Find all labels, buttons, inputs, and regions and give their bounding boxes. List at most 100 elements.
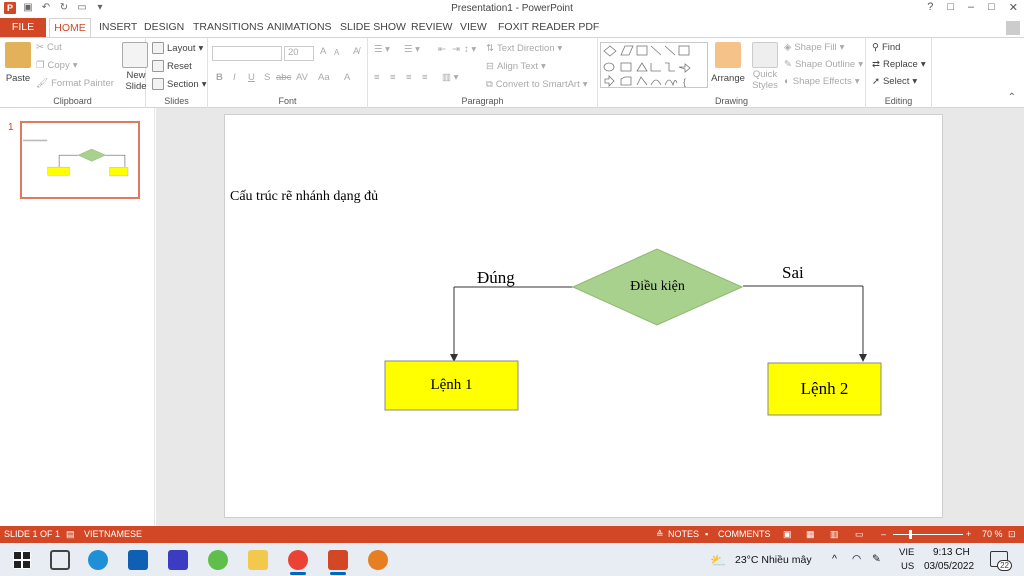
tab-home[interactable]: HOME xyxy=(49,18,91,38)
mail-icon[interactable] xyxy=(128,550,148,570)
zoom-slider-thumb[interactable] xyxy=(909,530,912,539)
clock-time[interactable]: 9:13 CH xyxy=(933,547,970,558)
weather-text[interactable]: 23°C Nhiều mây xyxy=(735,554,812,566)
tab-file[interactable]: FILE xyxy=(0,18,46,37)
true-label[interactable]: Đúng xyxy=(477,268,515,288)
increase-indent-icon[interactable]: ⇥ xyxy=(452,44,460,55)
command1-text[interactable]: Lệnh 1 xyxy=(385,377,518,394)
shadow-button[interactable]: S xyxy=(264,72,270,83)
weather-icon[interactable]: ⛅ xyxy=(710,553,726,569)
comments-button[interactable]: COMMENTS xyxy=(718,529,771,539)
slide-thumbnail[interactable] xyxy=(20,121,140,199)
file-explorer-icon[interactable] xyxy=(248,550,268,570)
ribbon-display-icon[interactable]: □ xyxy=(947,1,954,14)
layout-button[interactable]: Layout ▾ xyxy=(152,42,203,54)
align-left-icon[interactable]: ≡ xyxy=(374,72,380,83)
visual-studio-icon[interactable] xyxy=(168,550,188,570)
zoom-level[interactable]: 70 % xyxy=(982,529,1003,539)
format-painter-button[interactable]: 🖌 Format Painter xyxy=(36,78,114,89)
shape-effects-button[interactable]: ◐ Shape Effects ▾ xyxy=(784,76,860,87)
cut-button[interactable]: ✂ Cut xyxy=(36,42,62,53)
decrease-indent-icon[interactable]: ⇤ xyxy=(438,44,446,55)
powerpoint-taskbar-icon[interactable] xyxy=(328,550,348,570)
find-button[interactable]: ⚲ Find xyxy=(872,42,900,53)
slide-title-text[interactable]: Cấu trúc rẽ nhánh dạng đủ xyxy=(230,189,378,205)
start-icon[interactable] xyxy=(13,551,31,569)
language-status[interactable]: VIETNAMESE xyxy=(84,529,142,539)
normal-view-icon[interactable]: ▣ xyxy=(783,529,792,540)
notes-icon[interactable]: ≙ xyxy=(656,529,664,540)
avatar[interactable] xyxy=(1006,20,1020,35)
minimize-button[interactable]: – xyxy=(968,1,974,14)
notes-button[interactable]: NOTES xyxy=(668,529,699,539)
language-icon[interactable]: ▤ xyxy=(66,529,75,540)
task-view-icon[interactable] xyxy=(50,550,70,570)
italic-button[interactable]: I xyxy=(233,72,236,83)
clear-format-icon[interactable]: A̸ xyxy=(353,46,359,57)
change-case-button[interactable]: Aa xyxy=(318,72,330,83)
bold-button[interactable]: B xyxy=(216,72,223,83)
font-color-button[interactable]: A xyxy=(344,72,350,83)
char-spacing-button[interactable]: AV xyxy=(296,72,308,83)
account-area[interactable] xyxy=(1006,18,1020,37)
line-spacing-icon[interactable]: ↕ ▾ xyxy=(464,44,476,55)
strikethrough-button[interactable]: abc xyxy=(276,72,291,83)
clock-date[interactable]: 03/05/2022 xyxy=(924,561,974,572)
maximize-button[interactable]: □ xyxy=(988,1,995,14)
arrange-button[interactable]: Arrange xyxy=(710,42,746,84)
shapes-gallery[interactable]: { xyxy=(600,42,708,88)
align-text-button[interactable]: ⊟ Align Text ▾ xyxy=(486,61,546,72)
replace-button[interactable]: ⇄ Replace ▾ xyxy=(872,59,926,70)
tab-foxit[interactable]: FOXIT READER PDF xyxy=(498,21,599,33)
chrome-icon[interactable] xyxy=(288,550,308,570)
condition-text[interactable]: Điều kiện xyxy=(573,279,742,295)
app-icon[interactable] xyxy=(208,550,228,570)
slide-canvas[interactable]: Cấu trúc rẽ nhánh dạng đủ Đúng Sai Điều … xyxy=(224,114,943,518)
language-indicator-top[interactable]: VIE xyxy=(899,547,914,558)
edge-icon[interactable] xyxy=(88,550,108,570)
quick-styles-button[interactable] xyxy=(750,42,780,70)
justify-icon[interactable]: ≡ xyxy=(422,72,428,83)
align-right-icon[interactable]: ≡ xyxy=(406,72,412,83)
tab-insert[interactable]: INSERT xyxy=(99,21,137,33)
collapse-ribbon-icon[interactable]: ⌃ xyxy=(1008,92,1016,103)
columns-icon[interactable]: ▥ ▾ xyxy=(442,72,458,83)
font-size-box[interactable]: 20 xyxy=(284,46,314,61)
paste-button[interactable]: Paste xyxy=(5,42,31,84)
text-direction-button[interactable]: ⇅ Text Direction ▾ xyxy=(486,43,562,54)
help-icon[interactable]: ? xyxy=(927,1,933,14)
numbering-icon[interactable]: ☰ ▾ xyxy=(404,44,420,55)
zoom-slider[interactable] xyxy=(893,534,963,535)
paint-icon[interactable] xyxy=(368,550,388,570)
slide-sorter-icon[interactable]: ▦ xyxy=(806,529,815,540)
tab-view[interactable]: VIEW xyxy=(460,21,487,33)
tab-animations[interactable]: ANIMATIONS xyxy=(267,21,332,33)
tab-design[interactable]: DESIGN xyxy=(144,21,184,33)
command2-text[interactable]: Lệnh 2 xyxy=(768,379,881,399)
new-slide-button[interactable] xyxy=(122,42,148,70)
tray-chevron-icon[interactable]: ^ xyxy=(832,553,837,565)
false-label[interactable]: Sai xyxy=(782,263,804,283)
zoom-out-icon[interactable]: – xyxy=(881,529,886,539)
wifi-icon[interactable]: ◠ xyxy=(852,553,861,565)
underline-button[interactable]: U xyxy=(248,72,255,83)
font-name-box[interactable] xyxy=(212,46,282,61)
section-button[interactable]: Section ▾ xyxy=(152,78,206,90)
pen-icon[interactable]: ✎ xyxy=(872,553,881,565)
tab-transitions[interactable]: TRANSITIONS xyxy=(193,21,264,33)
bullets-icon[interactable]: ☰ ▾ xyxy=(374,44,390,55)
slideshow-icon[interactable]: ▭ xyxy=(855,529,864,540)
comments-icon[interactable]: ▪ xyxy=(705,529,708,539)
zoom-in-icon[interactable]: + xyxy=(966,529,971,539)
notification-icon[interactable]: 22 xyxy=(990,551,1012,571)
shrink-font-button[interactable]: A xyxy=(334,48,339,57)
smartart-button[interactable]: ⧉ Convert to SmartArt ▾ xyxy=(486,79,588,90)
tab-review[interactable]: REVIEW xyxy=(411,21,452,33)
reading-view-icon[interactable]: ▥ xyxy=(830,529,839,540)
shape-outline-button[interactable]: ✎ Shape Outline ▾ xyxy=(784,59,863,70)
copy-button[interactable]: ❐ Copy ▾ xyxy=(36,60,78,71)
fit-slide-icon[interactable]: ⊡ xyxy=(1008,529,1016,540)
close-button[interactable]: ✕ xyxy=(1009,1,1018,14)
shape-fill-button[interactable]: ◈ Shape Fill ▾ xyxy=(784,42,844,53)
reset-button[interactable]: Reset xyxy=(152,60,192,72)
